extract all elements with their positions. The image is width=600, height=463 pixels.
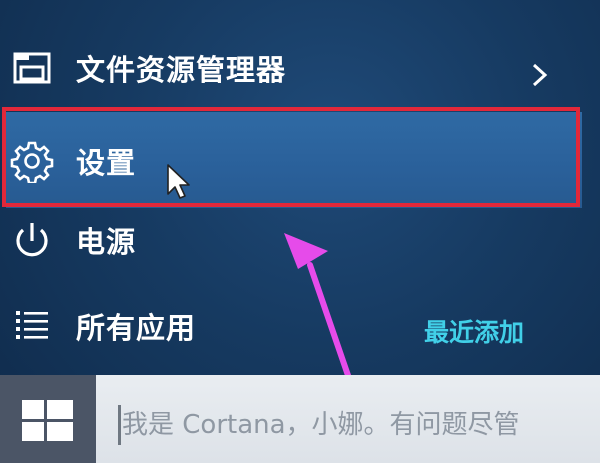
cortana-search-box[interactable] (96, 375, 600, 463)
text-caret (118, 405, 121, 445)
chevron-right-icon[interactable] (528, 60, 552, 90)
file-explorer-icon (13, 52, 51, 84)
gear-icon (10, 141, 54, 183)
menu-item-label: 电源 (76, 225, 137, 259)
menu-item-label: 文件资源管理器 (76, 53, 287, 87)
windows-logo-icon (22, 400, 73, 441)
search-input[interactable] (122, 405, 592, 445)
recently-added-link[interactable]: 最近添加 (424, 313, 524, 349)
mouse-cursor-icon (167, 164, 190, 199)
menu-item-file-explorer[interactable]: 文件资源管理器 (0, 28, 600, 108)
menu-item-power[interactable]: 电源 (0, 200, 600, 280)
menu-item-label: 所有应用 (76, 311, 197, 345)
menu-item-label: 设置 (76, 146, 137, 180)
start-menu: 文件资源管理器 设置 电源 所有应用 最近添加 我是 Cortana，小娜。有问… (0, 0, 600, 463)
menu-item-settings[interactable]: 设置 (0, 112, 600, 210)
list-icon (16, 311, 48, 339)
start-button[interactable] (0, 375, 96, 463)
taskbar (0, 375, 600, 463)
power-icon (16, 223, 48, 257)
